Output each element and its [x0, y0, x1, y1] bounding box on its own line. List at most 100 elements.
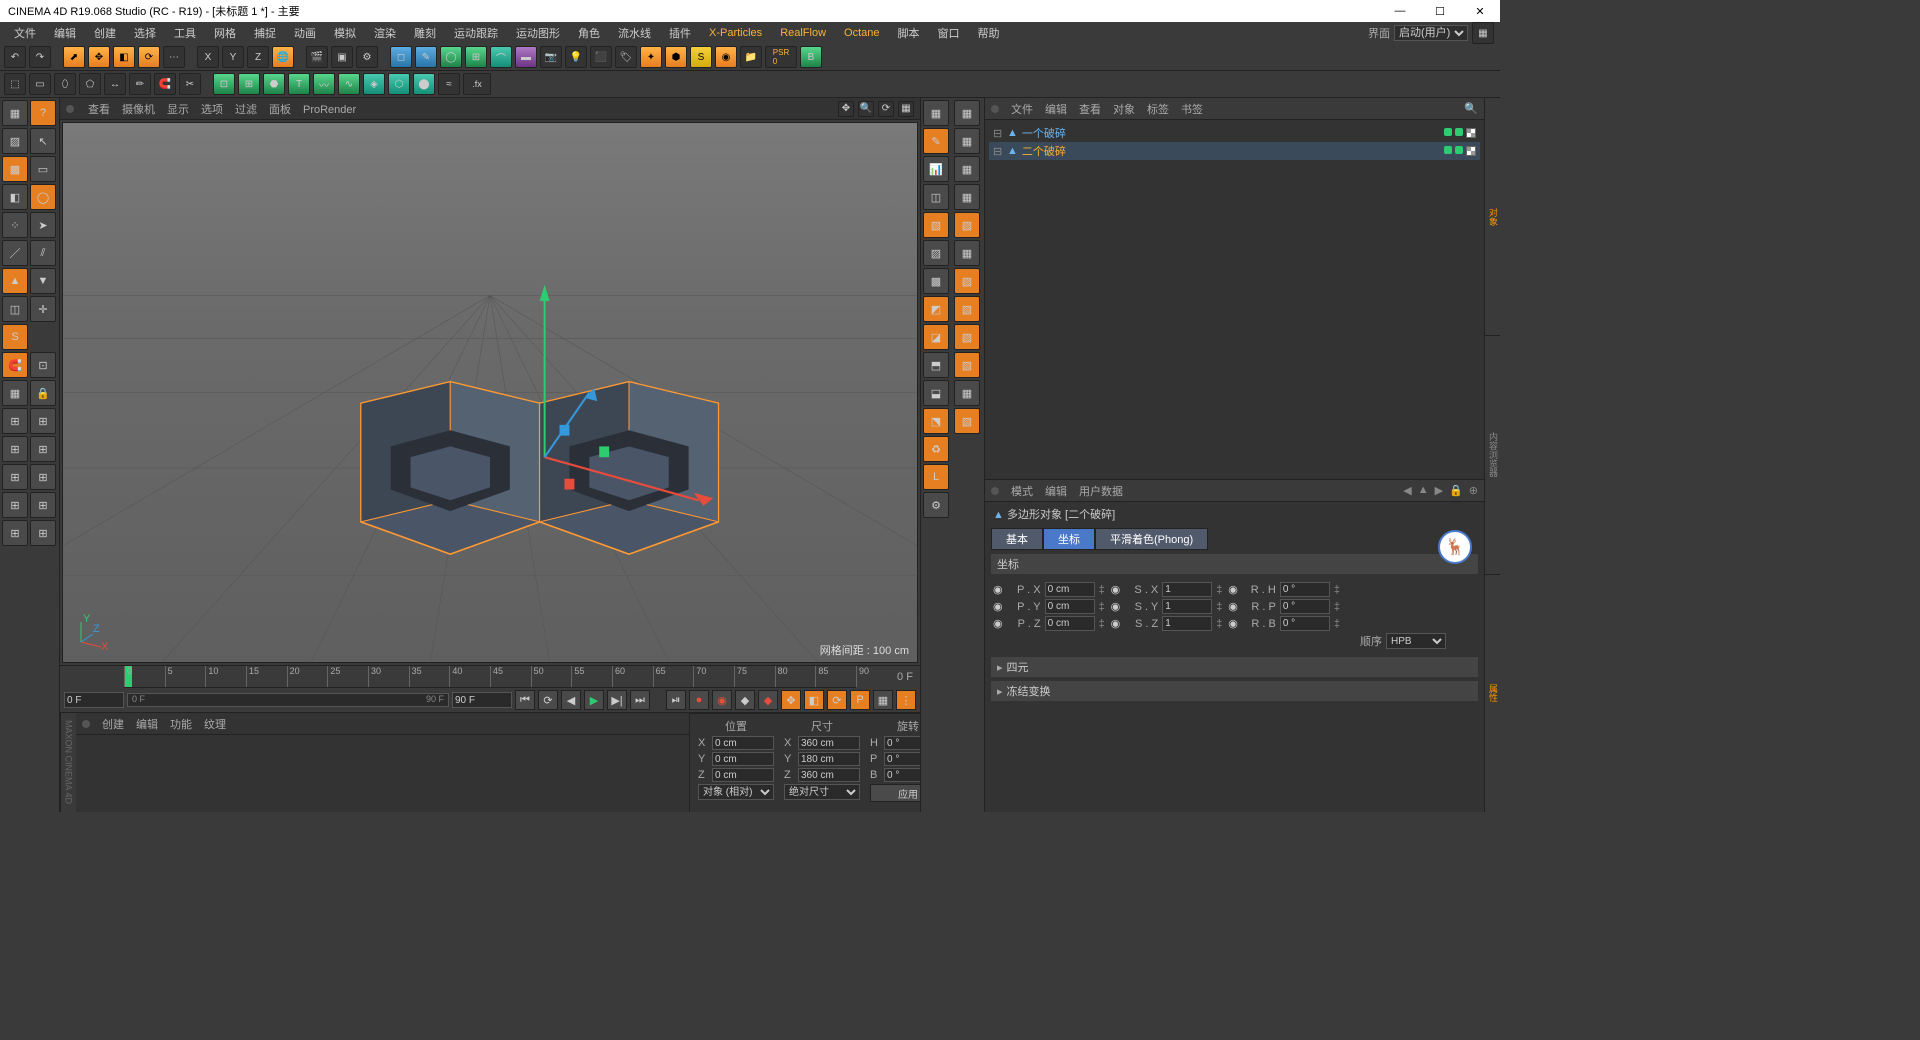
redo-button[interactable]: ↷: [29, 46, 51, 68]
keyframe-sel-button[interactable]: ◆: [735, 690, 755, 710]
size-x-input[interactable]: [798, 736, 860, 750]
light-button[interactable]: 💡: [565, 46, 587, 68]
attr-order-select[interactable]: HPB: [1386, 633, 1446, 649]
menu-模拟[interactable]: 模拟: [326, 23, 364, 43]
knife-button[interactable]: ✂: [179, 73, 201, 95]
magnet-button[interactable]: 🧲: [154, 73, 176, 95]
point-mode-button[interactable]: ⁘: [2, 212, 28, 238]
lasso-select-button[interactable]: ⬯: [54, 73, 76, 95]
menu-脚本[interactable]: 脚本: [890, 23, 928, 43]
vpb-1[interactable]: ▦: [954, 100, 980, 126]
coord-object-select[interactable]: 对象 (相对): [698, 784, 774, 800]
arrow-icon[interactable]: ➤: [30, 212, 56, 238]
perspective-viewport[interactable]: 透视视图: [62, 122, 918, 663]
vpb-9[interactable]: ▧: [954, 324, 980, 350]
y-axis-toggle[interactable]: Y: [222, 46, 244, 68]
attr-tab-0[interactable]: 基本: [991, 528, 1043, 550]
realflow-button[interactable]: S: [690, 46, 712, 68]
grid10[interactable]: ⊞: [30, 520, 56, 546]
poly-select-button[interactable]: ⬠: [79, 73, 101, 95]
attr-sy-input[interactable]: [1162, 599, 1212, 614]
objmenu-对象[interactable]: 对象: [1113, 104, 1135, 116]
vp-opt7-button[interactable]: ⬓: [923, 380, 949, 406]
objmenu-书签[interactable]: 书签: [1181, 104, 1203, 116]
pos-z-input[interactable]: [712, 768, 774, 782]
uv-mode-button[interactable]: ◫: [2, 296, 28, 322]
goto-start-button[interactable]: ⏮: [515, 690, 535, 710]
grid7[interactable]: ⊞: [2, 492, 28, 518]
key-param-button[interactable]: P: [850, 690, 870, 710]
menu-X-Particles[interactable]: X-Particles: [701, 25, 770, 41]
matmenu-编辑[interactable]: 编辑: [136, 719, 158, 731]
grid1[interactable]: ⊞: [2, 408, 28, 434]
vp-zoom-icon[interactable]: 🔍: [858, 101, 874, 117]
attr-lock-icon[interactable]: 🔒: [1449, 484, 1463, 497]
object-mode-button[interactable]: ◧: [2, 184, 28, 210]
poly-mode-button[interactable]: ▲: [2, 268, 28, 294]
attr-freeze-section[interactable]: 冻结变换: [991, 681, 1478, 701]
poly-icon[interactable]: ▼: [30, 268, 56, 294]
menu-编辑[interactable]: 编辑: [46, 23, 84, 43]
menu-RealFlow[interactable]: RealFlow: [772, 25, 834, 41]
attrmenu-编辑[interactable]: 编辑: [1045, 486, 1067, 498]
octane-button[interactable]: ◉: [715, 46, 737, 68]
viewport-handle-icon[interactable]: [66, 105, 74, 113]
fx-button[interactable]: .fx: [463, 73, 491, 95]
obj-search-icon[interactable]: 🔍: [1464, 102, 1478, 115]
key-options-button[interactable]: ⋮: [896, 690, 916, 710]
attrmenu-模式[interactable]: 模式: [1011, 486, 1033, 498]
vpmenu-过滤[interactable]: 过滤: [235, 104, 257, 116]
window-maximize-button[interactable]: ☐: [1428, 5, 1452, 18]
vpb-3[interactable]: ▦: [954, 156, 980, 182]
snap-settings[interactable]: ⊡: [30, 352, 56, 378]
vpmenu-ProRender[interactable]: ProRender: [303, 104, 356, 116]
right-tab-content[interactable]: 内容浏览器: [1485, 336, 1500, 574]
attr-sz-input[interactable]: [1162, 616, 1212, 631]
attr-sx-input[interactable]: [1162, 582, 1212, 597]
goto-end-button[interactable]: ⏭: [630, 690, 650, 710]
generator-array-button[interactable]: ⊞: [465, 46, 487, 68]
attr-rb-input[interactable]: [1280, 616, 1330, 631]
menu-Octane[interactable]: Octane: [836, 25, 887, 41]
tree-item-1[interactable]: ⊟▲二个破碎: [989, 142, 1480, 160]
menu-运动图形[interactable]: 运动图形: [508, 23, 568, 43]
render-region-button[interactable]: ▣: [331, 46, 353, 68]
matrix-button[interactable]: ⊞: [238, 73, 260, 95]
key-rot-button[interactable]: ⟳: [827, 690, 847, 710]
select-tool[interactable]: ⬈: [63, 46, 85, 68]
vpb-6[interactable]: ▦: [954, 240, 980, 266]
size-y-input[interactable]: [798, 752, 860, 766]
key-pos-button[interactable]: ✥: [781, 690, 801, 710]
grid9[interactable]: ⊞: [2, 520, 28, 546]
vpmenu-显示[interactable]: 显示: [167, 104, 189, 116]
environment-floor-button[interactable]: ▬: [515, 46, 537, 68]
autokey-button[interactable]: ◉: [712, 690, 732, 710]
grid6[interactable]: ⊞: [30, 464, 56, 490]
grid3[interactable]: ⊞: [2, 436, 28, 462]
menu-插件[interactable]: 插件: [661, 23, 699, 43]
prev-frame-button[interactable]: ◀: [561, 690, 581, 710]
effector-button[interactable]: ◈: [363, 73, 385, 95]
rect-select-button[interactable]: ▭: [29, 73, 51, 95]
z-axis-toggle[interactable]: Z: [247, 46, 269, 68]
deformer-bend-button[interactable]: ⌒: [490, 46, 512, 68]
menu-文件[interactable]: 文件: [6, 23, 44, 43]
key-pla-button[interactable]: ▦: [873, 690, 893, 710]
timeline-start-input[interactable]: [64, 692, 124, 708]
generator-subdiv-button[interactable]: ◯: [440, 46, 462, 68]
grid5[interactable]: ⊞: [2, 464, 28, 490]
help-icon[interactable]: ?: [30, 100, 56, 126]
attr-new-icon[interactable]: ⊕: [1469, 484, 1478, 497]
vp-pan-icon[interactable]: ✥: [838, 101, 854, 117]
attr-tab-1[interactable]: 坐标: [1043, 528, 1095, 550]
attr-quaternion-section[interactable]: 四元: [991, 657, 1478, 677]
vp-opt6-button[interactable]: ⬒: [923, 352, 949, 378]
vpmenu-摄像机[interactable]: 摄像机: [122, 104, 155, 116]
vpb-4[interactable]: ▦: [954, 184, 980, 210]
loop-button[interactable]: ⟳: [538, 690, 558, 710]
rotate-tool[interactable]: ⟳: [138, 46, 160, 68]
attr-px-input[interactable]: [1045, 582, 1095, 597]
attrmenu-用户数据[interactable]: 用户数据: [1079, 486, 1123, 498]
edge-icon[interactable]: ⫽: [30, 240, 56, 266]
attr-py-input[interactable]: [1045, 599, 1095, 614]
